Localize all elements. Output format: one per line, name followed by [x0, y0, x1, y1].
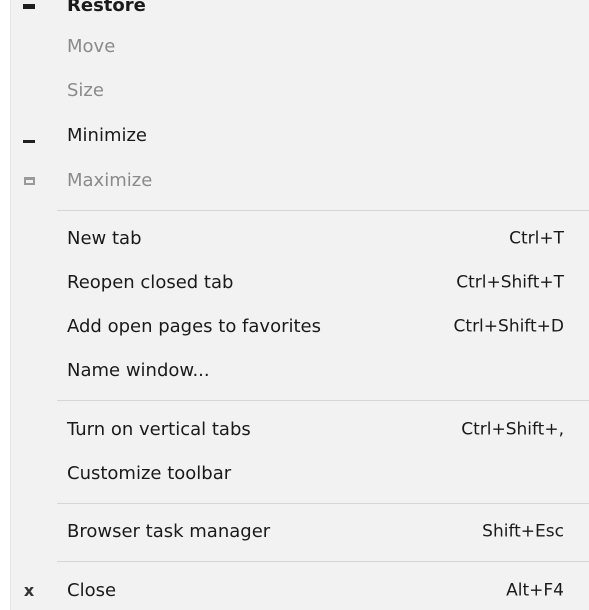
menu-item-label: Restore: [67, 0, 146, 16]
menu-item-browser-task-manager[interactable]: Browser task manager Shift+Esc: [11, 510, 589, 554]
menu-item-label: Add open pages to favorites: [67, 316, 322, 337]
menu-item-shortcut: Alt+F4: [506, 580, 564, 601]
menu-item-add-open-pages-to-favorites[interactable]: Add open pages to favorites Ctrl+Shift+D: [11, 305, 589, 349]
menu-item-label: Maximize: [67, 170, 153, 191]
menu-item-shortcut: Ctrl+Shift+D: [453, 316, 564, 337]
menu-item-customize-toolbar[interactable]: Customize toolbar: [11, 452, 589, 496]
menu-item-label: New tab: [67, 228, 142, 249]
menu-item-new-tab[interactable]: New tab Ctrl+T: [11, 217, 589, 261]
restore-icon: [17, 0, 41, 16]
menu-item-label: Move: [67, 36, 116, 57]
minimize-icon: [17, 126, 41, 146]
menu-item-size[interactable]: Size: [11, 69, 589, 113]
menu-separator: [57, 400, 589, 401]
menu-item-turn-on-vertical-tabs[interactable]: Turn on vertical tabs Ctrl+Shift+,: [11, 408, 589, 452]
menu-item-label: Reopen closed tab: [67, 272, 234, 293]
menu-item-maximize[interactable]: Maximize: [11, 159, 589, 203]
menu-item-name-window[interactable]: Name window...: [11, 349, 589, 393]
menu-item-label: Browser task manager: [67, 521, 271, 542]
menu-item-label: Name window...: [67, 360, 210, 381]
menu-item-shortcut: Ctrl+Shift+T: [456, 272, 564, 293]
window-context-menu: Restore Move Size Minimize Maximize New …: [10, 0, 589, 610]
menu-item-label: Size: [67, 80, 104, 101]
menu-separator: [57, 210, 589, 211]
close-icon: x: [23, 581, 35, 600]
menu-item-minimize[interactable]: Minimize: [11, 114, 589, 158]
menu-item-label: Customize toolbar: [67, 463, 232, 484]
menu-item-restore[interactable]: Restore: [11, 0, 589, 28]
menu-item-label: Close: [67, 580, 117, 601]
menu-item-shortcut: Ctrl+Shift+,: [461, 419, 564, 440]
menu-separator: [57, 503, 589, 504]
menu-item-shortcut: Shift+Esc: [482, 521, 564, 542]
menu-item-label: Turn on vertical tabs: [67, 419, 251, 440]
menu-item-reopen-closed-tab[interactable]: Reopen closed tab Ctrl+Shift+T: [11, 261, 589, 305]
menu-item-label: Minimize: [67, 125, 147, 146]
maximize-icon: [17, 171, 41, 191]
menu-item-shortcut: Ctrl+T: [509, 228, 564, 249]
menu-item-close[interactable]: x Close Alt+F4: [11, 569, 589, 610]
menu-separator: [57, 561, 589, 562]
menu-item-move[interactable]: Move: [11, 25, 589, 69]
